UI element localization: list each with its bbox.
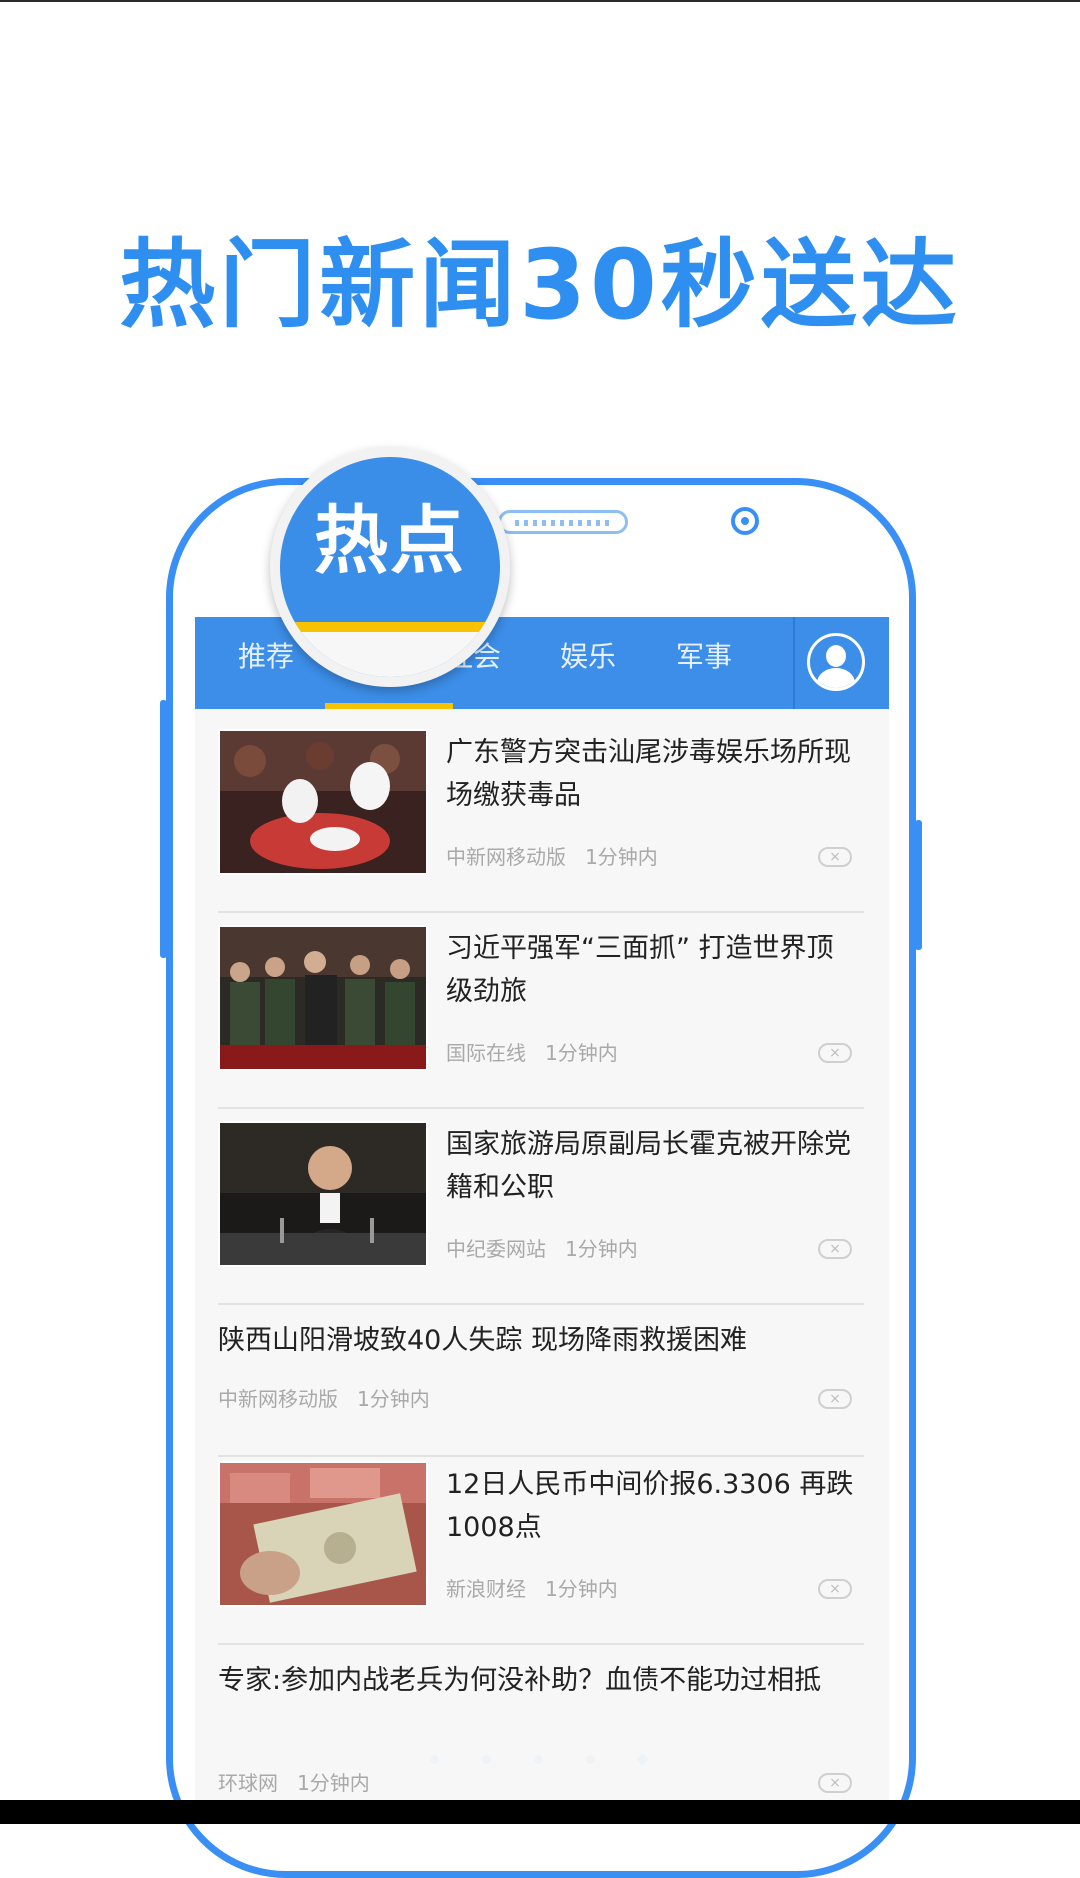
divider bbox=[218, 1455, 864, 1457]
news-title: 专家:参加内战老兵为何没补助？血债不能功过相抵 bbox=[218, 1665, 822, 1696]
close-icon[interactable]: × bbox=[818, 1239, 852, 1259]
divider bbox=[218, 911, 864, 913]
close-icon[interactable]: × bbox=[818, 1043, 852, 1063]
promo-headline: 热门新闻30秒送达 bbox=[119, 229, 961, 341]
news-time: 1分钟内 bbox=[545, 1577, 618, 1601]
news-thumbnail bbox=[218, 1461, 428, 1607]
news-item[interactable]: 国家旅游局原副局长霍克被开除党籍和公职 中纪委网站 1分钟内 × bbox=[218, 1121, 864, 1305]
phone-speaker bbox=[498, 510, 628, 534]
bottom-bar bbox=[0, 1800, 1080, 1824]
phone-camera bbox=[731, 507, 759, 535]
news-source: 中新网移动版 bbox=[218, 1387, 338, 1411]
page-dot-active bbox=[636, 1753, 649, 1766]
news-source: 新浪财经 bbox=[446, 1577, 526, 1601]
news-time: 1分钟内 bbox=[585, 845, 658, 869]
divider bbox=[218, 1303, 864, 1305]
page-dot bbox=[430, 1755, 439, 1764]
news-meta: 中纪委网站 1分钟内 bbox=[446, 1235, 638, 1263]
status-line bbox=[0, 0, 1080, 2]
news-meta: 中新网移动版 1分钟内 bbox=[446, 843, 658, 871]
news-meta: 新浪财经 1分钟内 bbox=[446, 1575, 618, 1603]
news-time: 1分钟内 bbox=[357, 1387, 430, 1411]
news-thumbnail bbox=[218, 925, 428, 1071]
tabbar-divider bbox=[793, 617, 795, 709]
news-item[interactable]: 习近平强军“三面抓” 打造世界顶级劲旅 国际在线 1分钟内 × bbox=[218, 925, 864, 1109]
news-source: 中纪委网站 bbox=[446, 1237, 546, 1261]
news-meta: 国际在线 1分钟内 bbox=[446, 1039, 618, 1067]
news-title: 广东警方突击汕尾涉毒娱乐场所现场缴获毒品 bbox=[446, 737, 851, 811]
news-item[interactable]: 广东警方突击汕尾涉毒娱乐场所现场缴获毒品 中新网移动版 1分钟内 × bbox=[218, 729, 864, 913]
page-dot bbox=[482, 1755, 491, 1764]
phone-screen: 推荐 热点 社会 娱乐 军事 广东警方突击汕尾涉毒娱乐场所现场缴获毒品 bbox=[195, 617, 889, 1824]
badge-label: 热点 bbox=[314, 498, 466, 584]
page-indicator bbox=[430, 1750, 670, 1770]
hot-badge: 热点 bbox=[270, 447, 510, 687]
user-avatar-icon[interactable] bbox=[807, 633, 865, 691]
badge-screen-strip bbox=[280, 632, 500, 677]
news-item[interactable]: 12日人民币中间价报6.3306 再跌1008点 新浪财经 1分钟内 × bbox=[218, 1461, 864, 1645]
close-icon[interactable]: × bbox=[818, 1579, 852, 1599]
news-source: 中新网移动版 bbox=[446, 845, 566, 869]
close-icon[interactable]: × bbox=[818, 1389, 852, 1409]
news-time: 1分钟内 bbox=[545, 1041, 618, 1065]
page-dot bbox=[534, 1755, 543, 1764]
news-item[interactable]: 陕西山阳滑坡致40人失踪 现场降雨救援困难 中新网移动版 1分钟内 × bbox=[218, 1317, 864, 1457]
news-source: 环球网 bbox=[218, 1771, 278, 1795]
news-meta: 环球网 1分钟内 bbox=[218, 1769, 370, 1797]
news-title: 陕西山阳滑坡致40人失踪 现场降雨救援困难 bbox=[218, 1325, 747, 1356]
divider bbox=[218, 1643, 864, 1645]
tab-military[interactable]: 军事 bbox=[676, 637, 732, 677]
news-title: 12日人民币中间价报6.3306 再跌1008点 bbox=[446, 1469, 854, 1543]
news-title: 国家旅游局原副局长霍克被开除党籍和公职 bbox=[446, 1129, 851, 1203]
phone-side-button-right bbox=[915, 820, 922, 950]
divider bbox=[218, 1107, 864, 1109]
news-time: 1分钟内 bbox=[297, 1771, 370, 1795]
page-dot bbox=[586, 1755, 595, 1764]
active-tab-indicator bbox=[325, 703, 453, 709]
news-thumbnail bbox=[218, 1121, 428, 1267]
news-source: 国际在线 bbox=[446, 1041, 526, 1065]
news-thumbnail bbox=[218, 729, 428, 875]
news-item[interactable]: 专家:参加内战老兵为何没补助？血债不能功过相抵 环球网 1分钟内 × bbox=[218, 1657, 864, 1824]
news-title: 习近平强军“三面抓” 打造世界顶级劲旅 bbox=[446, 933, 834, 1007]
close-icon[interactable]: × bbox=[818, 847, 852, 867]
news-time: 1分钟内 bbox=[565, 1237, 638, 1261]
tab-entertainment[interactable]: 娱乐 bbox=[560, 637, 616, 677]
news-meta: 中新网移动版 1分钟内 bbox=[218, 1385, 430, 1413]
close-icon[interactable]: × bbox=[818, 1773, 852, 1793]
